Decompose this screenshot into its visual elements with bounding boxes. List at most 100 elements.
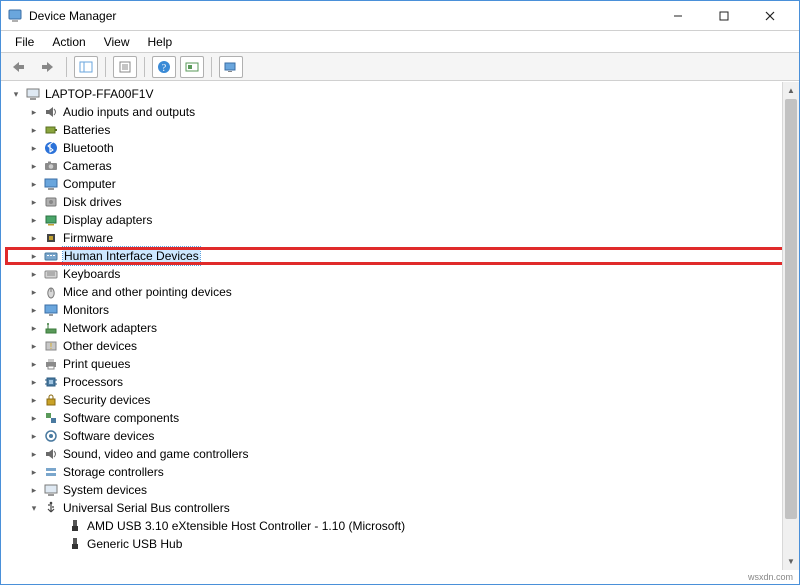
tree-item-label: Software devices (63, 427, 154, 445)
storage-icon (43, 464, 59, 480)
tree-item-label: Cameras (63, 157, 112, 175)
tree-item-label: Audio inputs and outputs (63, 103, 195, 121)
expand-toggle[interactable]: ▾ (9, 87, 23, 101)
expand-toggle[interactable]: ▸ (27, 321, 41, 335)
tree-category[interactable]: ▸ Audio inputs and outputs (5, 103, 799, 121)
expand-toggle[interactable]: ▸ (27, 267, 41, 281)
window-controls (655, 1, 793, 31)
expand-toggle[interactable]: ▸ (27, 483, 41, 497)
tree-item-label: Disk drives (63, 193, 122, 211)
scroll-up-button[interactable]: ▲ (783, 82, 799, 99)
security-icon (43, 392, 59, 408)
display-adapter-icon (43, 212, 59, 228)
expand-toggle[interactable]: ▸ (27, 339, 41, 353)
tree-item-label: AMD USB 3.10 eXtensible Host Controller … (87, 517, 405, 535)
expand-toggle[interactable]: ▸ (27, 429, 41, 443)
scroll-down-button[interactable]: ▼ (783, 553, 799, 570)
expand-toggle[interactable]: ▸ (27, 141, 41, 155)
expand-toggle[interactable]: ▸ (27, 105, 41, 119)
device-tree[interactable]: ▾ LAPTOP-FFA00F1V ▸ Audio inputs and outp… (1, 81, 799, 553)
menu-view[interactable]: View (96, 33, 138, 51)
tree-category[interactable]: ▸ Display adapters (5, 211, 799, 229)
scroll-track[interactable] (783, 99, 799, 553)
tree-category[interactable]: ▸!Other devices (5, 337, 799, 355)
devices-by-connection-button[interactable] (219, 56, 243, 78)
tree-item-label: Batteries (63, 121, 110, 139)
tree-category[interactable]: ▸Storage controllers (5, 463, 799, 481)
expand-toggle[interactable]: ▸ (27, 285, 41, 299)
tree-category[interactable]: ▸Network adapters (5, 319, 799, 337)
tree-category[interactable]: ▸Mice and other pointing devices (5, 283, 799, 301)
tree-child-usb[interactable]: AMD USB 3.10 eXtensible Host Controller … (5, 517, 799, 535)
tree-child-usb[interactable]: Generic USB Hub (5, 535, 799, 553)
tree-category[interactable]: ▸Software components (5, 409, 799, 427)
expand-toggle[interactable]: ▸ (27, 123, 41, 137)
tree-item-label: Firmware (63, 229, 113, 247)
tree-category[interactable]: ▸ Disk drives (5, 193, 799, 211)
tree-item-label: Monitors (63, 301, 109, 319)
scan-hardware-button[interactable] (180, 56, 204, 78)
tree-item-label: Processors (63, 373, 123, 391)
tree-item-label: Security devices (63, 391, 150, 409)
tree-category[interactable]: ▸ Security devices (5, 391, 799, 409)
svg-text:!: ! (50, 342, 52, 351)
menu-help[interactable]: Help (140, 33, 181, 51)
expand-toggle[interactable]: ▸ (27, 249, 41, 263)
tree-category[interactable]: ▸Keyboards (5, 265, 799, 283)
menu-file[interactable]: File (7, 33, 42, 51)
tree-category[interactable]: ▸ Processors (5, 373, 799, 391)
bluetooth-icon (43, 140, 59, 156)
toolbar-separator (105, 57, 106, 77)
tree-category[interactable]: ▸ Batteries (5, 121, 799, 139)
tree-pane[interactable]: ▾ LAPTOP-FFA00F1V ▸ Audio inputs and outp… (1, 81, 799, 570)
tree-item-label: Bluetooth (63, 139, 114, 157)
window-title: Device Manager (29, 9, 116, 23)
tree-category-usb[interactable]: ▾ Universal Serial Bus controllers (5, 499, 799, 517)
tree-category[interactable]: ▸ Monitors (5, 301, 799, 319)
expand-toggle[interactable]: ▸ (27, 231, 41, 245)
tree-root[interactable]: ▾ LAPTOP-FFA00F1V (5, 85, 799, 103)
menu-action[interactable]: Action (44, 33, 93, 51)
expand-toggle[interactable]: ▸ (27, 357, 41, 371)
expand-toggle[interactable]: ▸ (27, 177, 41, 191)
expand-toggle[interactable]: ▸ (27, 195, 41, 209)
expand-toggle[interactable]: ▸ (27, 303, 41, 317)
expand-toggle[interactable]: ▸ (27, 411, 41, 425)
back-button[interactable] (7, 56, 31, 78)
tree-item-label: System devices (63, 481, 147, 499)
tree-category[interactable]: ▸Human Interface Devices (5, 247, 799, 265)
toolbar-separator (66, 57, 67, 77)
scroll-thumb[interactable] (785, 99, 797, 519)
tree-category[interactable]: ▸ Cameras (5, 157, 799, 175)
tree-category[interactable]: ▸Print queues (5, 355, 799, 373)
menubar: File Action View Help (1, 31, 799, 53)
close-button[interactable] (747, 1, 793, 31)
cpu-icon (43, 374, 59, 390)
tree-category[interactable]: ▸Computer (5, 175, 799, 193)
maximize-button[interactable] (701, 1, 747, 31)
expand-toggle[interactable]: ▸ (27, 375, 41, 389)
expand-toggle[interactable]: ▸ (27, 213, 41, 227)
show-hide-tree-button[interactable] (74, 56, 98, 78)
expand-toggle[interactable]: ▸ (27, 447, 41, 461)
vertical-scrollbar[interactable]: ▲ ▼ (782, 82, 799, 570)
tree-category[interactable]: ▸ Software devices (5, 427, 799, 445)
battery-icon (43, 122, 59, 138)
tree-category[interactable]: ▸Sound, video and game controllers (5, 445, 799, 463)
expand-toggle[interactable]: ▸ (27, 465, 41, 479)
minimize-button[interactable] (655, 1, 701, 31)
forward-button[interactable] (35, 56, 59, 78)
software-component-icon (43, 410, 59, 426)
tree-item-label: Display adapters (63, 211, 152, 229)
tree-category[interactable]: ▸ System devices (5, 481, 799, 499)
usb-plug-icon (67, 518, 83, 534)
expand-toggle[interactable]: ▾ (27, 501, 41, 515)
expand-toggle[interactable]: ▸ (27, 159, 41, 173)
software-device-icon (43, 428, 59, 444)
expand-toggle[interactable]: ▸ (27, 393, 41, 407)
camera-icon (43, 158, 59, 174)
help-button[interactable]: ? (152, 56, 176, 78)
properties-button[interactable] (113, 56, 137, 78)
tree-category[interactable]: ▸ Firmware (5, 229, 799, 247)
tree-category[interactable]: ▸ Bluetooth (5, 139, 799, 157)
